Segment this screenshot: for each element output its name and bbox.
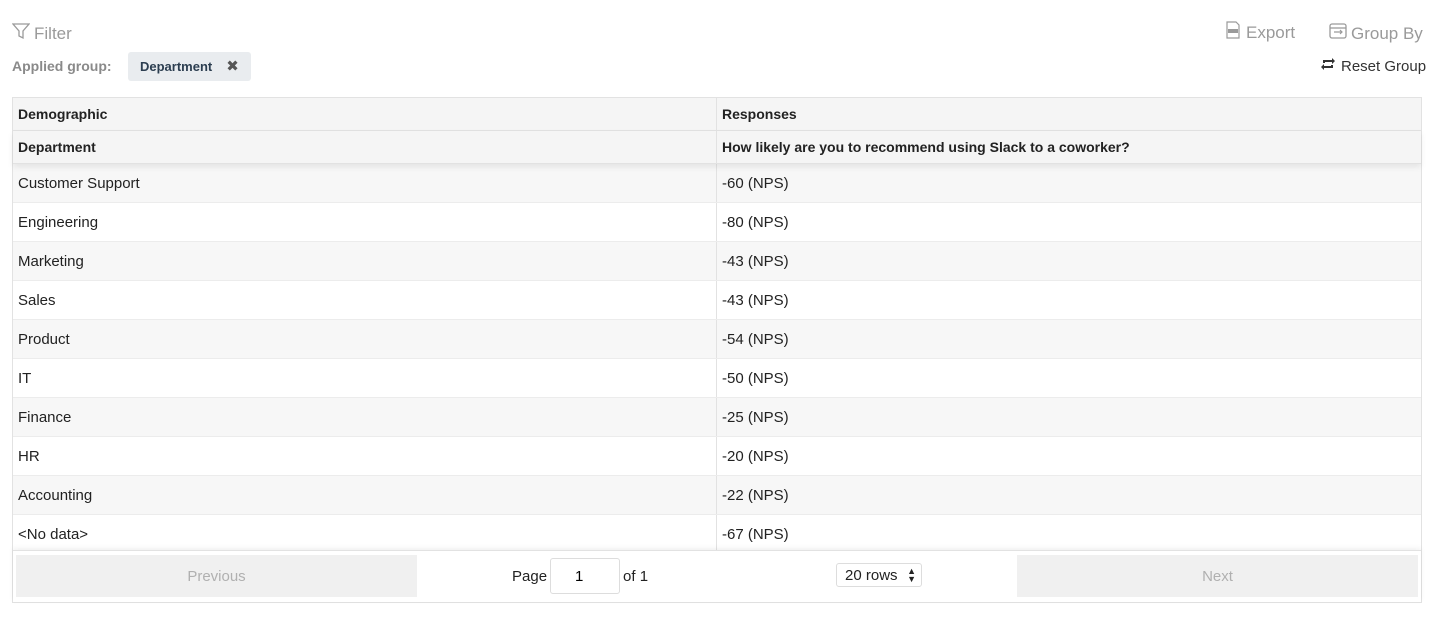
table-row: Product -54 (NPS) — [13, 320, 1421, 359]
applied-group-chip: Department ✖ — [128, 52, 251, 81]
header-responses: Responses — [722, 106, 797, 122]
table-row: <No data> -67 (NPS) — [13, 515, 1421, 554]
response-cell: -43 (NPS) — [722, 291, 789, 309]
filter-button[interactable]: Filter — [11, 22, 72, 45]
table-header-row: Demographic Responses — [13, 98, 1421, 131]
table-row: Customer Support -60 (NPS) — [13, 164, 1421, 203]
page-label: Page — [512, 567, 548, 585]
reset-group-button[interactable]: Reset Group — [1320, 57, 1426, 75]
header-department[interactable]: Department — [13, 131, 717, 163]
response-cell: -20 (NPS) — [722, 447, 789, 465]
pagination-bar: Previous Page of 1 20 rows ▲▼ Next — [13, 550, 1421, 602]
group-by-icon — [1329, 22, 1347, 45]
group-by-label: Group By — [1351, 23, 1423, 43]
table-row: Marketing -43 (NPS) — [13, 242, 1421, 281]
response-cell: -25 (NPS) — [722, 408, 789, 426]
table-row: Finance -25 (NPS) — [13, 398, 1421, 437]
applied-group-chip-label: Department — [140, 59, 213, 74]
response-cell: -54 (NPS) — [722, 330, 789, 348]
next-button[interactable]: Next — [1017, 555, 1418, 597]
table-row: Sales -43 (NPS) — [13, 281, 1421, 320]
table-row: Engineering -80 (NPS) — [13, 203, 1421, 242]
department-cell: <No data> — [13, 515, 717, 553]
applied-group-label: Applied group: — [12, 58, 112, 74]
export-button[interactable]: Export — [1224, 21, 1295, 44]
page-number-input[interactable] — [550, 558, 621, 594]
filter-label: Filter — [34, 23, 72, 43]
header-demographic: Demographic — [13, 98, 717, 130]
response-cell: -80 (NPS) — [722, 213, 789, 231]
response-cell: -60 (NPS) — [722, 174, 789, 192]
department-cell: IT — [13, 359, 717, 397]
select-arrows-icon: ▲ ▼ — [907, 566, 916, 584]
table-row: Accounting -22 (NPS) — [13, 476, 1421, 515]
department-cell: Finance — [13, 398, 717, 436]
department-cell: Accounting — [13, 476, 717, 514]
department-cell: Customer Support — [13, 164, 717, 202]
rows-per-page-select[interactable]: 20 rows ▲ ▼ — [836, 563, 922, 587]
reset-group-label: Reset Group — [1341, 57, 1427, 75]
department-cell: Marketing — [13, 242, 717, 280]
department-cell: Sales — [13, 281, 717, 319]
previous-button[interactable]: Previous — [16, 555, 417, 597]
page-total-label: of 1 — [623, 567, 649, 585]
department-cell: Engineering — [13, 203, 717, 241]
csv-file-icon — [1224, 21, 1242, 44]
toolbar: Filter Applied group: Department ✖ Expor… — [0, 0, 1439, 90]
table-row: HR -20 (NPS) — [13, 437, 1421, 476]
table-row: IT -50 (NPS) — [13, 359, 1421, 398]
export-label: Export — [1246, 22, 1296, 42]
results-table: Demographic Responses Department How lik… — [12, 97, 1422, 603]
response-cell: -50 (NPS) — [722, 369, 789, 387]
header-question[interactable]: How likely are you to recommend using Sl… — [717, 131, 1421, 163]
remove-group-close-icon[interactable]: ✖ — [226, 59, 239, 74]
response-cell: -43 (NPS) — [722, 252, 789, 270]
response-cell: -67 (NPS) — [722, 525, 789, 543]
response-cell: -22 (NPS) — [722, 486, 789, 504]
filter-icon — [11, 22, 31, 45]
rows-per-page-value: 20 rows — [845, 566, 898, 584]
department-cell: Product — [13, 320, 717, 358]
department-cell: HR — [13, 437, 717, 475]
group-by-button[interactable]: Group By — [1329, 22, 1423, 45]
refresh-icon — [1320, 57, 1336, 75]
table-subheader-row: Department How likely are you to recomme… — [13, 131, 1421, 164]
page-info: Page of 1 — [512, 558, 648, 594]
